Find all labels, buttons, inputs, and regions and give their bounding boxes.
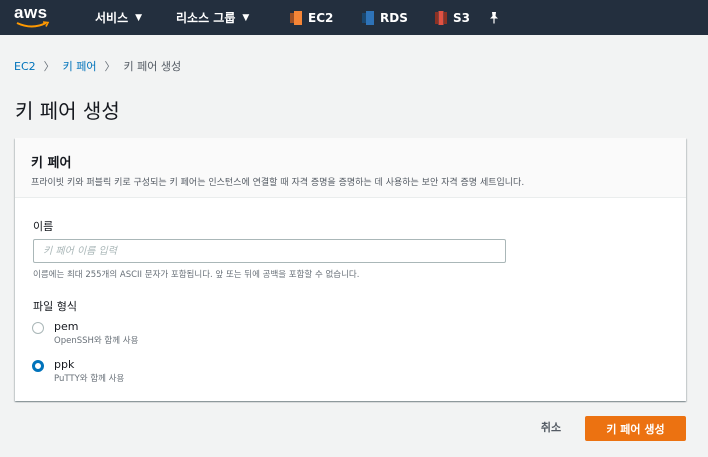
panel-header: 키 페어 프라이빗 키와 퍼블릭 키로 구성되는 키 페어는 인스턴스에 연결할… [15, 138, 686, 198]
chevron-down-icon: ▼ [135, 12, 143, 23]
services-menu[interactable]: 서비스 ▼ [95, 0, 142, 35]
shortcut-ec2-label: EC2 [308, 10, 334, 25]
breadcrumb-key-pairs-link[interactable]: 키 페어 [63, 58, 97, 74]
ppk-description: PuTTY와 함께 사용 [54, 374, 125, 384]
create-key-pair-button[interactable]: 키 페어 생성 [585, 416, 686, 441]
pin-shortcuts-button[interactable] [489, 0, 499, 35]
ppk-label: ppk [54, 358, 75, 371]
panel-description: 프라이빗 키와 퍼블릭 키로 구성되는 키 페어는 인스턴스에 연결할 때 자격… [31, 178, 525, 188]
format-option-pem[interactable]: pem OpenSSH와 함께 사용 [32, 320, 138, 346]
shortcut-ec2[interactable]: EC2 [290, 0, 333, 35]
aws-logo-text: aws [14, 3, 48, 22]
name-label: 이름 [33, 220, 54, 233]
shortcut-s3[interactable]: S3 [435, 0, 470, 35]
panel-title: 키 페어 [31, 156, 72, 171]
top-navigation-bar: aws 서비스 ▼ 리소스 그룹 ▼ EC2 RDS S3 [0, 0, 708, 35]
breadcrumb-ec2-link[interactable]: EC2 [14, 60, 36, 73]
format-option-ppk[interactable]: ppk PuTTY와 함께 사용 [32, 358, 124, 384]
chevron-right-icon: 〉 [104, 60, 116, 73]
breadcrumb: EC2 〉 키 페어 〉 키 페어 생성 [14, 58, 181, 74]
pem-option-text: pem OpenSSH와 함께 사용 [54, 320, 138, 346]
key-pair-name-input[interactable] [33, 239, 506, 263]
ec2-icon [290, 10, 302, 25]
shortcut-s3-label: S3 [453, 10, 470, 25]
key-pair-panel: 키 페어 프라이빗 키와 퍼블릭 키로 구성되는 키 페어는 인스턴스에 연결할… [15, 138, 686, 401]
resource-groups-menu-label: 리소스 그룹 [176, 11, 236, 25]
chevron-right-icon: 〉 [43, 60, 55, 73]
pem-label: pem [54, 320, 79, 333]
pem-radio[interactable] [32, 322, 44, 334]
file-format-label: 파일 형식 [33, 300, 77, 313]
chevron-down-icon: ▼ [242, 12, 250, 23]
aws-logo[interactable]: aws [14, 3, 54, 31]
breadcrumb-current: 키 페어 생성 [123, 60, 182, 73]
page-title: 키 페어 생성 [15, 99, 120, 123]
ppk-option-text: ppk PuTTY와 함께 사용 [54, 358, 124, 384]
aws-smile-icon [16, 21, 50, 28]
name-hint: 이름에는 최대 255개의 ASCII 문자가 포함됩니다. 앞 또는 뒤에 공… [33, 270, 360, 280]
ppk-radio[interactable] [32, 360, 44, 372]
pin-icon [490, 11, 498, 23]
services-menu-label: 서비스 [95, 11, 129, 25]
shortcut-rds[interactable]: RDS [362, 0, 408, 35]
s3-icon [435, 10, 447, 25]
resource-groups-menu[interactable]: 리소스 그룹 ▼ [176, 0, 249, 35]
shortcut-rds-label: RDS [380, 10, 408, 25]
pem-description: OpenSSH와 함께 사용 [54, 336, 139, 346]
cancel-button[interactable]: 취소 [527, 414, 575, 440]
rds-icon [362, 10, 374, 25]
